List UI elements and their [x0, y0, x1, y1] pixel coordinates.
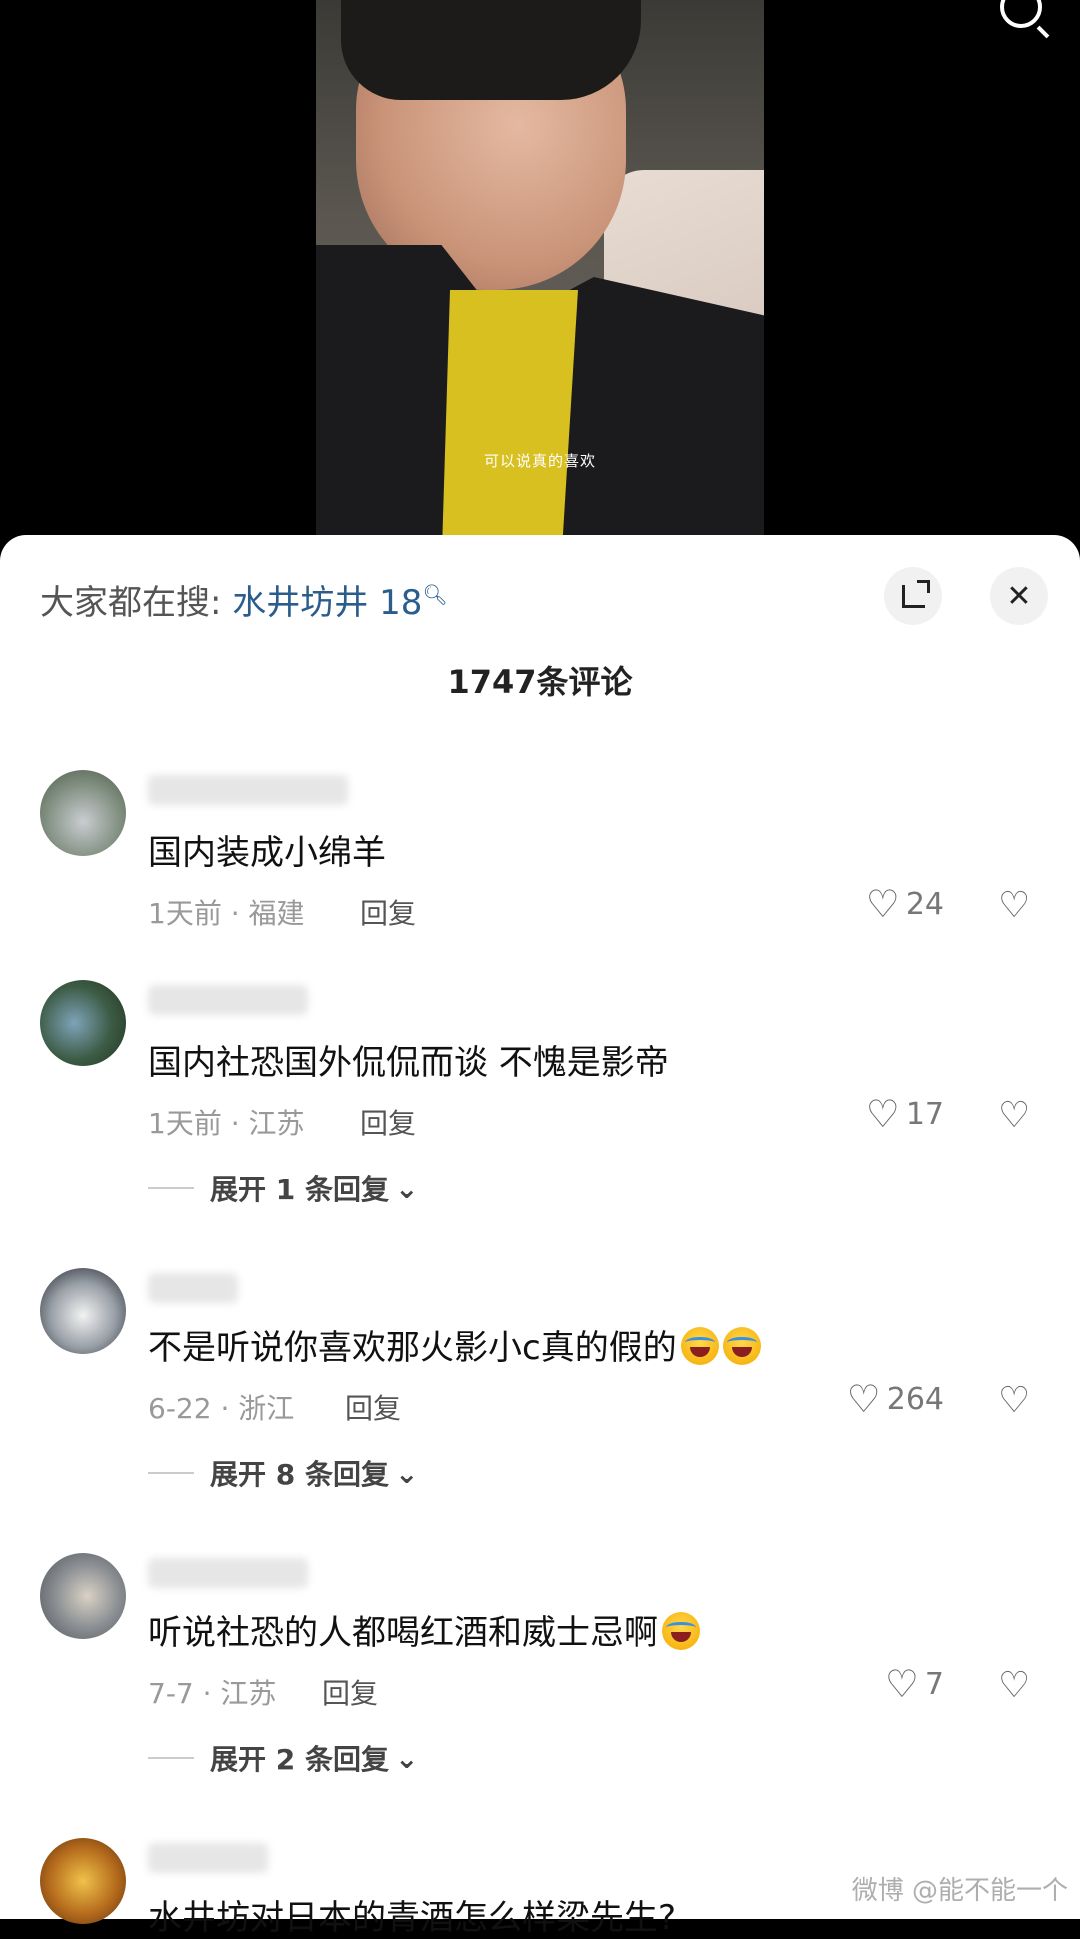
comment-text-content: 不是听说你喜欢那火影小c真的假的 — [148, 1328, 677, 1368]
person-hair — [341, 0, 641, 100]
comment-text: 水井坊对日本的青酒怎么样梁先生? — [148, 1898, 677, 1938]
reply-button[interactable]: 回复 — [360, 892, 416, 932]
reply-button[interactable]: 回复 — [345, 1387, 401, 1427]
like-button[interactable]: ♡ 24 — [866, 885, 944, 923]
expand-replies-button[interactable]: 展开 1 条回复 ⌄ — [148, 1168, 418, 1208]
hot-search-bar[interactable]: 大家都在搜: 水井坊井 18🔍︎ — [40, 575, 448, 624]
expand-button[interactable] — [884, 567, 942, 625]
broken-heart-icon[interactable]: ♡ — [998, 1665, 1030, 1706]
comment-meta: 6-22 · 浙江 — [148, 1392, 295, 1425]
divider — [148, 1187, 194, 1189]
comment-text: 不是听说你喜欢那火影小c真的假的 — [148, 1320, 761, 1369]
avatar[interactable] — [40, 1553, 126, 1639]
video-frame: 可以说真的喜欢 — [316, 0, 764, 545]
heart-icon: ♡ — [846, 1377, 881, 1421]
broken-heart-icon[interactable]: ♡ — [998, 885, 1030, 926]
expand-replies-label: 展开 8 条回复 — [210, 1458, 389, 1491]
comment-meta: 1天前 · 江苏 — [148, 1107, 305, 1140]
comment-text-content: 听说社恐的人都喝红酒和威士忌啊 — [148, 1613, 658, 1653]
username[interactable] — [148, 985, 308, 1015]
like-count: 17 — [905, 1096, 944, 1132]
like-count: 7 — [924, 1666, 944, 1702]
comment-text: 国内装成小绵羊 — [148, 833, 386, 873]
broken-heart-icon[interactable]: ♡ — [998, 1380, 1030, 1421]
expand-replies-label: 展开 1 条回复 — [210, 1173, 389, 1206]
expand-replies-label: 展开 2 条回复 — [210, 1743, 389, 1776]
divider — [148, 1757, 194, 1759]
like-count: 24 — [905, 886, 944, 922]
reply-button[interactable]: 回复 — [322, 1672, 378, 1712]
expand-replies-button[interactable]: 展开 2 条回复 ⌄ — [148, 1738, 418, 1778]
comments-sheet: 大家都在搜: 水井坊井 18🔍︎ ✕ 1747条评论 国内装成小绵羊 1天前 ·… — [0, 535, 1080, 1938]
chevron-down-icon: ⌄ — [394, 1741, 419, 1775]
comment-text: 国内社恐国外侃侃而谈 不愧是影帝 — [148, 1043, 669, 1083]
expand-replies-button[interactable]: 展开 8 条回复 ⌄ — [148, 1453, 418, 1493]
heart-icon: ♡ — [884, 1662, 919, 1706]
divider — [148, 1472, 194, 1474]
laughing-crying-emoji-icon — [662, 1612, 700, 1650]
watermark: 微博 @能不能一个 — [851, 1876, 1068, 1906]
close-button[interactable]: ✕ — [990, 567, 1048, 625]
video-subtitle: 可以说真的喜欢 — [483, 452, 596, 470]
like-button[interactable]: ♡ 17 — [866, 1095, 944, 1133]
hot-search-label: 大家都在搜: — [40, 583, 222, 623]
reply-button[interactable]: 回复 — [360, 1102, 416, 1142]
search-icon[interactable] — [1000, 0, 1042, 28]
avatar[interactable] — [40, 770, 126, 856]
comment-text: 听说社恐的人都喝红酒和威士忌啊 — [148, 1605, 700, 1654]
like-count: 264 — [886, 1381, 944, 1417]
close-icon: ✕ — [1006, 578, 1032, 614]
like-button[interactable]: ♡ 7 — [885, 1665, 944, 1703]
comment-meta: 7-7 · 江苏 — [148, 1677, 277, 1710]
username[interactable] — [148, 1273, 238, 1303]
chevron-down-icon: ⌄ — [394, 1171, 419, 1205]
heart-icon: ♡ — [865, 882, 900, 926]
username[interactable] — [148, 1843, 268, 1873]
like-button[interactable]: ♡ 264 — [847, 1380, 944, 1418]
search-icon: 🔍︎ — [422, 582, 448, 607]
avatar[interactable] — [40, 1268, 126, 1354]
avatar[interactable] — [40, 980, 126, 1066]
hot-search-term[interactable]: 水井坊井 18 — [232, 583, 422, 623]
username[interactable] — [148, 775, 348, 805]
expand-icon — [901, 579, 930, 608]
laughing-crying-emoji-icon — [722, 1327, 761, 1365]
chevron-down-icon: ⌄ — [394, 1456, 419, 1490]
laughing-crying-emoji-icon — [680, 1327, 719, 1365]
comment-meta: 1天前 · 福建 — [148, 897, 305, 930]
heart-icon: ♡ — [865, 1092, 900, 1136]
video-player[interactable]: 可以说真的喜欢 — [0, 0, 1080, 545]
broken-heart-icon[interactable]: ♡ — [998, 1095, 1030, 1136]
username[interactable] — [148, 1558, 308, 1588]
avatar[interactable] — [40, 1838, 126, 1924]
comment-count: 1747条评论 — [447, 663, 633, 701]
